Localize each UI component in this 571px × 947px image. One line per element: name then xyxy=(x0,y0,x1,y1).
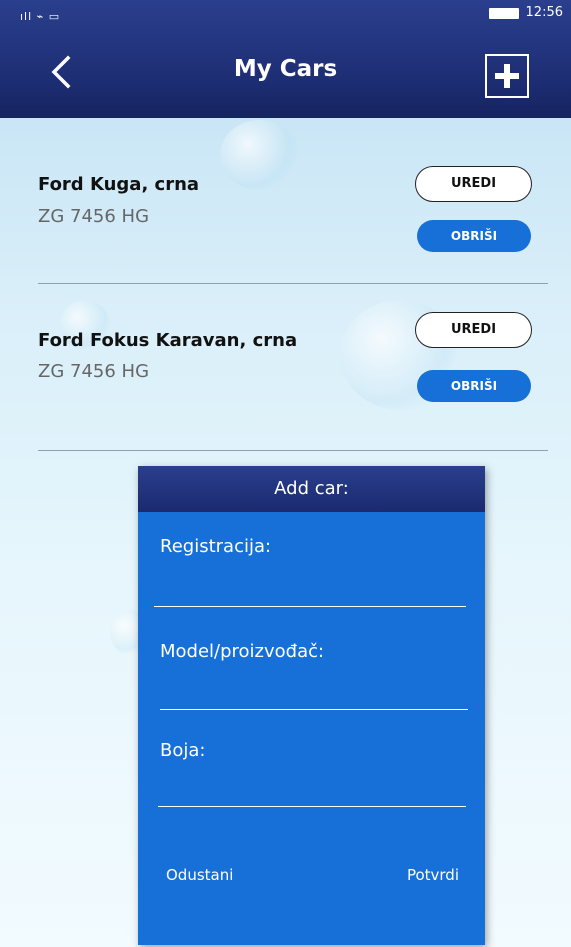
delete-button[interactable]: OBRIŠI xyxy=(417,370,531,402)
model-label: Model/proizvođač: xyxy=(160,641,325,662)
cancel-button[interactable]: Odustani xyxy=(166,866,233,884)
signal-icon: ıll ⌁ ▭ xyxy=(20,10,61,23)
add-car-button[interactable] xyxy=(485,54,529,98)
list-item: Ford Fokus Karavan, crna ZG 7456 HG URED… xyxy=(0,295,571,435)
app-header: ıll ⌁ ▭ 12:56 My Cars xyxy=(0,0,571,118)
dialog-title: Add car: xyxy=(138,466,485,512)
edit-button[interactable]: UREDI xyxy=(415,166,532,202)
status-bar: ıll ⌁ ▭ 12:56 xyxy=(0,0,571,24)
divider xyxy=(38,450,548,451)
car-plate: ZG 7456 HG xyxy=(38,206,150,227)
delete-button[interactable]: OBRIŠI xyxy=(417,220,531,252)
registration-input[interactable] xyxy=(154,570,466,607)
color-input[interactable] xyxy=(158,770,466,807)
car-name: Ford Fokus Karavan, crna xyxy=(38,330,298,351)
confirm-button[interactable]: Potvrdi xyxy=(407,866,459,884)
list-item: Ford Kuga, crna ZG 7456 HG UREDI OBRIŠI xyxy=(0,140,571,280)
model-input[interactable] xyxy=(160,673,468,710)
divider xyxy=(38,283,548,284)
edit-button[interactable]: UREDI xyxy=(415,312,532,348)
status-time: 12:56 xyxy=(525,5,563,20)
car-name: Ford Kuga, crna xyxy=(38,174,200,195)
color-label: Boja: xyxy=(160,740,206,761)
car-plate: ZG 7456 HG xyxy=(38,361,150,382)
add-car-dialog: Add car: Registracija: Model/proizvođač:… xyxy=(138,466,485,945)
battery-icon xyxy=(489,8,519,19)
registration-label: Registracija: xyxy=(160,536,272,557)
